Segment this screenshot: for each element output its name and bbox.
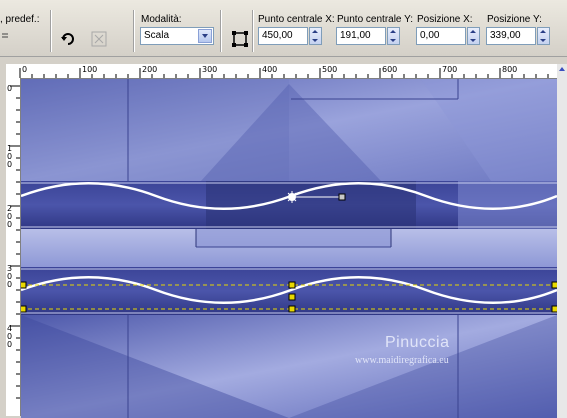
pos-y-value: 339,00 (490, 30, 521, 41)
center-y-value: 191,00 (340, 30, 371, 41)
pos-x-value: 0,00 (420, 30, 440, 41)
ruler-tick-label: 300 (202, 65, 218, 74)
mode-value: Scala (144, 30, 170, 41)
toolbar: , predef.: Modalità: Scala Punto central… (0, 0, 567, 57)
center-x-value: 450,00 (262, 30, 293, 41)
horizontal-ruler: 0 100 200 300 400 500 600 700 800 (6, 64, 557, 79)
spinner-icon[interactable] (387, 27, 400, 45)
reset-icon[interactable] (90, 30, 108, 48)
ruler-tick-label: 100 (82, 65, 98, 74)
image-canvas[interactable] (21, 79, 557, 418)
transform-handle[interactable] (288, 305, 296, 313)
center-y-input[interactable]: 191,00 (336, 27, 386, 45)
rotate-icon[interactable] (59, 30, 77, 48)
toolbar-separator (50, 10, 52, 52)
watermark-name: Pinuccia (385, 334, 450, 351)
ruler-tick-label: 0 (7, 84, 13, 93)
scroll-up-icon[interactable] (557, 64, 567, 74)
ruler-tick-label: 2 0 0 (7, 204, 13, 229)
vertical-scrollbar[interactable] (557, 64, 567, 418)
watermark-url: www.maidiregrafica.eu (355, 355, 449, 366)
toolbar-separator (133, 10, 135, 52)
mode-label: Modalità: (141, 14, 182, 25)
spinner-icon[interactable] (537, 27, 550, 45)
ruler-tick-label: 500 (322, 65, 338, 74)
pos-x-input[interactable]: 0,00 (416, 27, 466, 45)
ruler-tick-label: 4 0 0 (7, 324, 13, 349)
spinner-icon[interactable] (467, 27, 480, 45)
ruler-tick-label: 400 (262, 65, 278, 74)
transform-handle[interactable] (288, 293, 296, 301)
center-x-label: Punto centrale X: (258, 14, 335, 25)
spinner-icon[interactable] (309, 27, 322, 45)
pos-y-label: Posizione Y: (487, 14, 542, 25)
ruler-tick-label: 700 (442, 65, 458, 74)
transform-handle[interactable] (21, 305, 27, 313)
ruler-tick-label: 200 (142, 65, 158, 74)
preset-label: , predef.: (0, 14, 40, 25)
ruler-tick-label: 600 (382, 65, 398, 74)
pos-y-input[interactable]: 339,00 (486, 27, 536, 45)
ruler-tick-label: 0 (22, 65, 28, 74)
ruler-tick-label: 3 0 0 (7, 264, 13, 289)
preset-arrow-icon[interactable] (0, 30, 10, 48)
edit-mode-icon[interactable] (231, 30, 249, 48)
ruler-tick-label: 1 0 0 (7, 144, 13, 169)
center-x-input[interactable]: 450,00 (258, 27, 308, 45)
toolbar-separator (220, 10, 222, 52)
mode-select[interactable]: Scala (140, 27, 214, 45)
vertical-ruler: 0 1 0 0 2 0 0 3 0 0 4 0 0 (6, 78, 21, 416)
dropdown-arrow-icon[interactable] (198, 29, 212, 43)
ruler-tick-label: 800 (502, 65, 518, 74)
center-y-label: Punto centrale Y: (337, 14, 413, 25)
transform-handle[interactable] (288, 281, 296, 289)
toolbar-separator (252, 10, 254, 52)
pos-x-label: Posizione X: (417, 14, 473, 25)
transform-handle[interactable] (21, 281, 27, 289)
